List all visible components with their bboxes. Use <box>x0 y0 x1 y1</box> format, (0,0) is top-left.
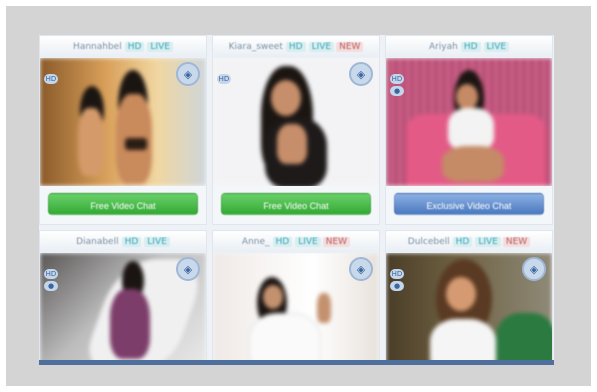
live-badge: LIVE <box>475 237 501 247</box>
hd-icon: HD <box>44 269 58 279</box>
hd-badge: HD <box>452 237 473 247</box>
performer-grid: Hannahbel HD LIVE HD ◈ Free Video Chat K… <box>39 35 554 365</box>
performer-thumbnail[interactable]: HD ◈ <box>213 58 379 186</box>
performer-name[interactable]: Kiara_sweet <box>229 42 283 52</box>
hd-badge: HD <box>285 42 306 52</box>
performer-thumbnail[interactable]: HD ◈ <box>40 58 206 186</box>
performer-name[interactable]: Dianabell <box>76 237 118 247</box>
performer-thumbnail[interactable]: HD ● <box>386 58 552 186</box>
performer-thumbnail[interactable]: ◈ <box>213 253 379 364</box>
bottom-scroll-bar <box>39 360 554 365</box>
card-header: Dianabell HD LIVE <box>40 231 206 253</box>
shield-icon[interactable]: ◈ <box>522 257 546 281</box>
live-badge: LIVE <box>295 237 321 247</box>
performer-name[interactable]: Anne_ <box>242 237 270 247</box>
new-badge: NEW <box>502 237 531 247</box>
live-icon: ● <box>44 281 58 291</box>
hd-icon: HD <box>390 74 404 84</box>
card-header: Anne_ HD LIVE NEW <box>213 231 379 253</box>
hd-badge: HD <box>121 237 142 247</box>
performer-thumbnail[interactable]: HD ● ◈ <box>40 253 206 364</box>
performer-card[interactable]: Ariyah HD LIVE HD ● Exclusive Video Chat <box>385 35 553 225</box>
shield-icon[interactable]: ◈ <box>176 62 200 86</box>
live-badge: LIVE <box>144 237 170 247</box>
new-badge: NEW <box>336 42 364 52</box>
free-video-chat-button[interactable]: Free Video Chat <box>48 193 198 215</box>
hd-badge: HD <box>124 42 145 52</box>
exclusive-video-chat-button[interactable]: Exclusive Video Chat <box>394 193 544 215</box>
hd-icon: HD <box>217 74 231 84</box>
performer-card[interactable]: Anne_ HD LIVE NEW ◈ <box>212 230 380 365</box>
performer-name[interactable]: Ariyah <box>429 42 458 52</box>
hd-icon: HD <box>44 74 58 84</box>
card-header: Hannahbel HD LIVE <box>40 36 206 58</box>
live-icon: ● <box>390 86 404 96</box>
performer-card[interactable]: Hannahbel HD LIVE HD ◈ Free Video Chat <box>39 35 207 225</box>
card-header: Dulcebell HD LIVE NEW <box>386 231 552 253</box>
card-header: Kiara_sweet HD LIVE NEW <box>213 36 379 58</box>
free-video-chat-button[interactable]: Free Video Chat <box>221 193 371 215</box>
performer-thumbnail[interactable]: HD ● ◈ <box>386 253 552 364</box>
hd-badge: HD <box>272 237 293 247</box>
performer-name[interactable]: Hannahbel <box>73 42 122 52</box>
shield-icon[interactable]: ◈ <box>349 257 373 281</box>
performer-name[interactable]: Dulcebell <box>408 237 450 247</box>
performer-card[interactable]: Dulcebell HD LIVE NEW HD ● ◈ <box>385 230 553 365</box>
hd-icon: HD <box>390 269 404 279</box>
shield-icon[interactable]: ◈ <box>176 257 200 281</box>
live-badge: LIVE <box>308 42 335 52</box>
live-badge: LIVE <box>483 42 510 52</box>
card-header: Ariyah HD LIVE <box>386 36 552 58</box>
live-icon: ● <box>390 281 404 291</box>
shield-icon[interactable]: ◈ <box>349 62 373 86</box>
performer-card[interactable]: Kiara_sweet HD LIVE NEW HD ◈ Free Video … <box>212 35 380 225</box>
new-badge: NEW <box>322 237 351 247</box>
hd-badge: HD <box>460 42 481 52</box>
performer-card[interactable]: Dianabell HD LIVE HD ● ◈ <box>39 230 207 365</box>
live-badge: LIVE <box>147 42 173 52</box>
